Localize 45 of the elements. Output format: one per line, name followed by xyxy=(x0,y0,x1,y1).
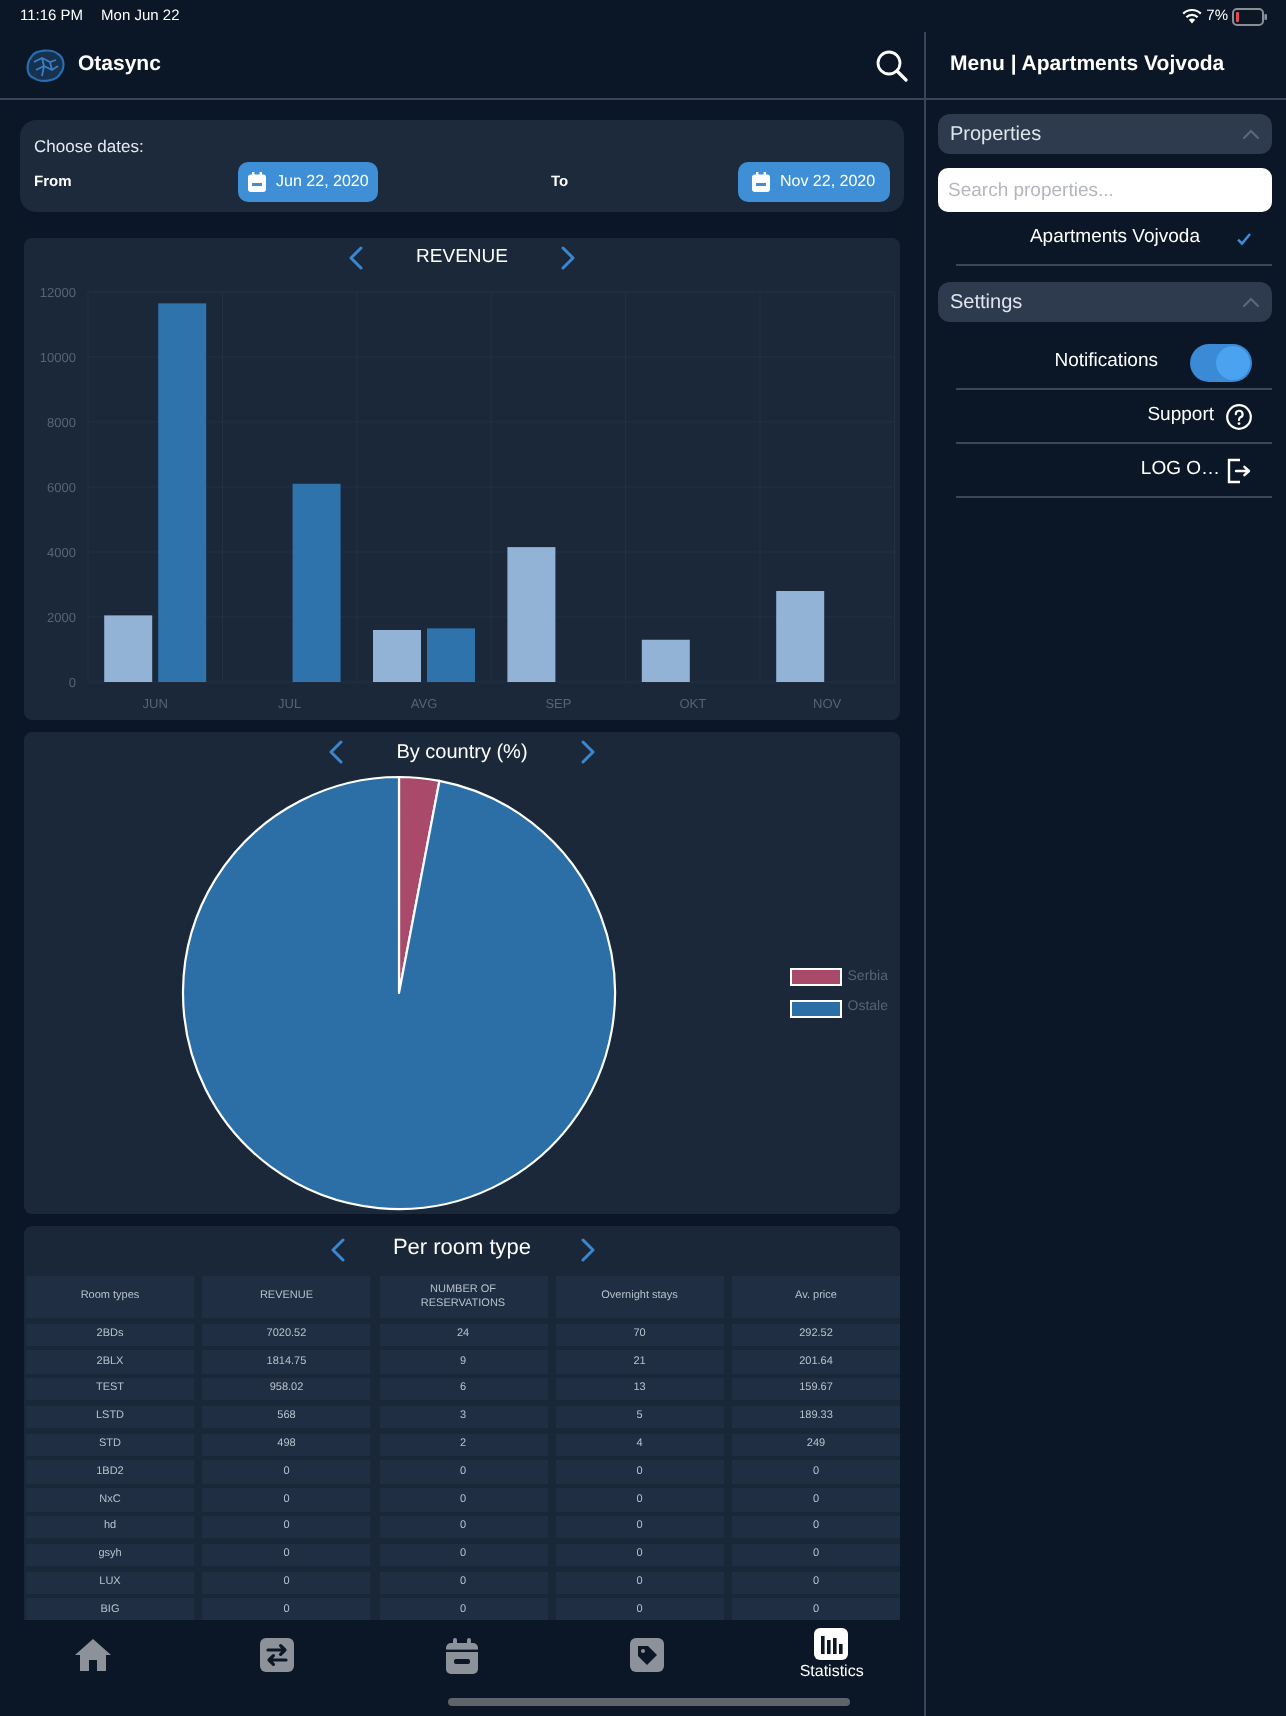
date-range-title: Choose dates: xyxy=(34,136,144,156)
calendar-icon xyxy=(446,1638,479,1674)
chart-title: By country (%) xyxy=(396,739,528,767)
app-title: Otasync xyxy=(78,49,161,80)
chevron-right-icon[interactable] xyxy=(560,246,576,270)
chevron-left-icon[interactable] xyxy=(348,246,364,270)
support-link[interactable]: Support xyxy=(1147,401,1252,431)
tag-icon xyxy=(629,1638,664,1672)
chevron-right-icon[interactable] xyxy=(580,740,596,764)
help-icon xyxy=(1226,403,1252,429)
logout-icon xyxy=(1226,457,1252,483)
table-title: Per room type xyxy=(392,1234,532,1265)
chevron-left-icon[interactable] xyxy=(329,1237,345,1261)
battery-icon xyxy=(1232,7,1268,25)
swap-arrows-icon xyxy=(260,1638,295,1672)
tab[interactable]: Statistics xyxy=(799,1628,864,1682)
tab[interactable] xyxy=(73,1638,112,1672)
bar xyxy=(427,628,475,682)
tab[interactable] xyxy=(446,1638,479,1674)
bar xyxy=(776,591,825,682)
menu-title: Menu | Apartments Vojvoda xyxy=(950,49,1225,80)
calendar-icon xyxy=(248,172,267,192)
wifi-icon xyxy=(1182,8,1203,24)
property-item[interactable]: Apartments Vojvoda xyxy=(1029,223,1252,253)
bar-chart-icon xyxy=(814,1628,849,1660)
section-header[interactable]: Settings xyxy=(938,282,1272,322)
bar xyxy=(373,630,421,682)
home-icon xyxy=(73,1638,112,1672)
bar xyxy=(641,639,690,682)
search-icon[interactable] xyxy=(876,49,908,81)
logout-link[interactable]: LOG O… xyxy=(1140,455,1252,485)
bar xyxy=(507,547,556,682)
chevron-left-icon[interactable] xyxy=(328,740,344,764)
tab[interactable] xyxy=(629,1638,664,1672)
bar xyxy=(104,615,153,682)
checkmark-icon xyxy=(1236,231,1252,245)
chevron-right-icon[interactable] xyxy=(579,1237,595,1261)
logo-icon xyxy=(24,47,66,83)
section-header[interactable]: Properties xyxy=(938,114,1272,154)
calendar-icon xyxy=(751,172,770,192)
toggle-switch[interactable] xyxy=(1190,343,1252,381)
tab[interactable] xyxy=(260,1638,295,1672)
search-field[interactable]: Search properties... xyxy=(938,168,1272,212)
chart-title: REVENUE xyxy=(416,243,508,272)
setting-label: Notifications xyxy=(1054,347,1158,376)
